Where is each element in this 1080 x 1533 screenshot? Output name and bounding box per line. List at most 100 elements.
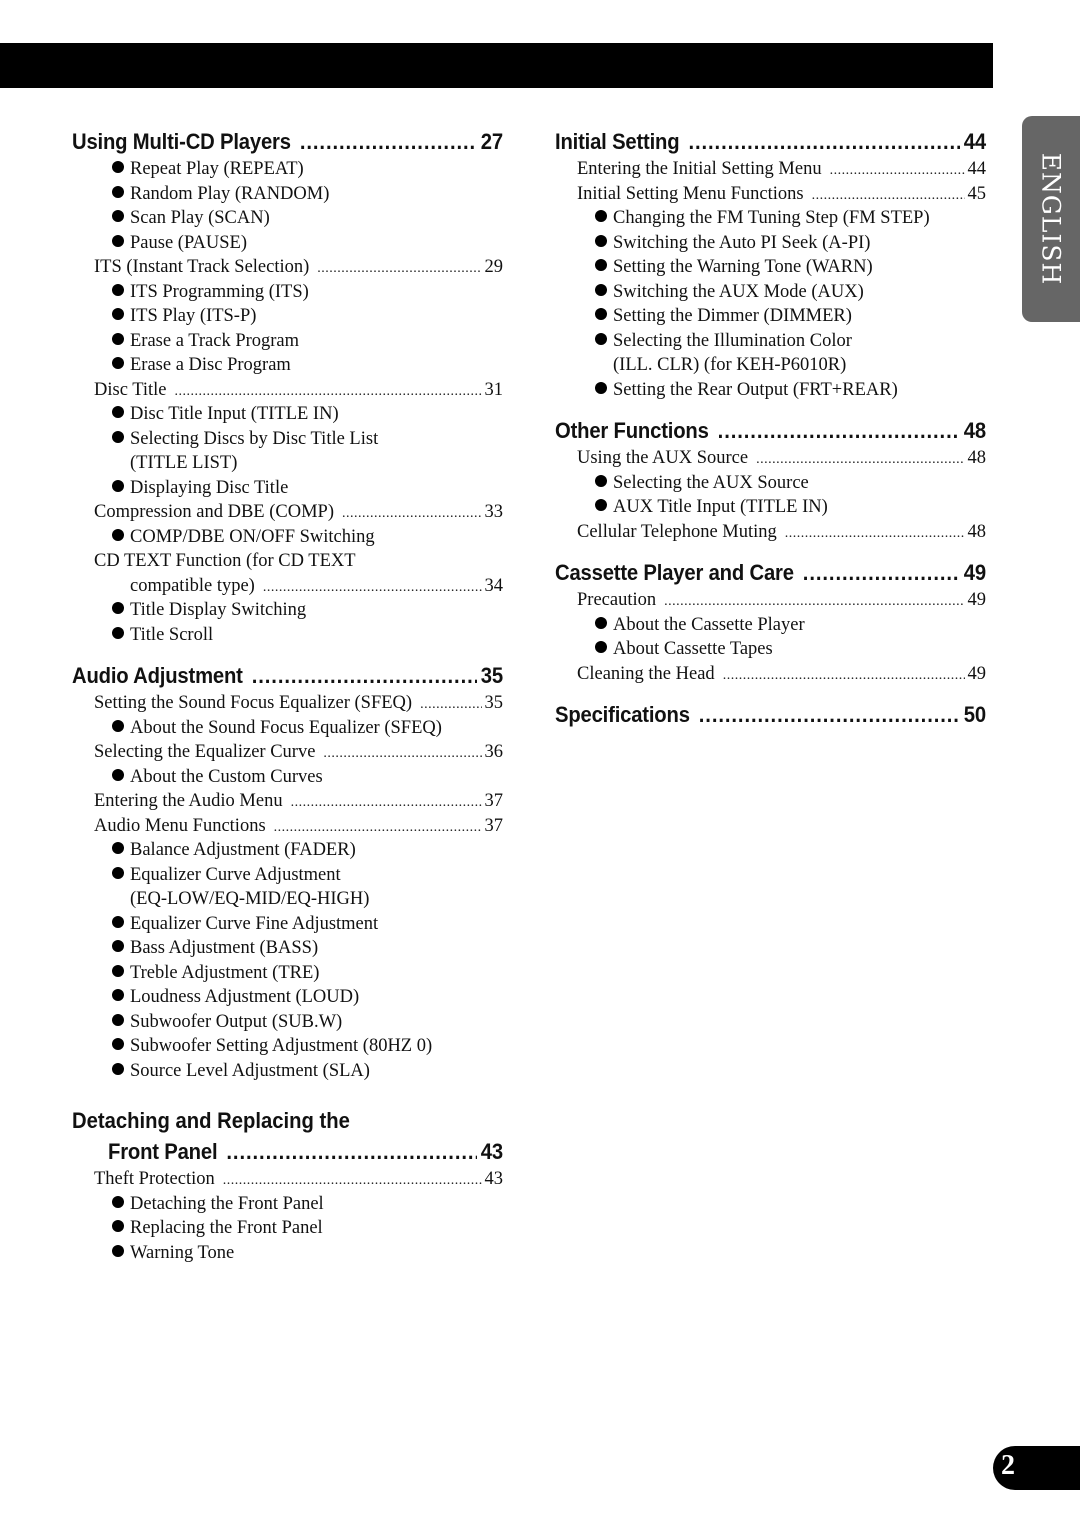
toc-bullet-item[interactable]: Pause (PAUSE) [72,231,503,256]
toc-bullet-item[interactable]: Changing the FM Tuning Step (FM STEP) [555,206,986,231]
toc-bullet-item[interactable]: Treble Adjustment (TRE) [72,961,503,986]
bullet-icon [112,768,124,781]
toc-bullet-item[interactable]: Erase a Track Program [72,329,503,354]
toc-entry[interactable]: Selecting the Equalizer Curve 36 [72,740,503,765]
toc-heading-page: 35 [480,663,503,688]
dot-leader [718,415,960,446]
bullet-icon [112,528,124,541]
toc-bullet-item[interactable]: Equalizer Curve Adjustment [72,863,503,888]
bullet-icon [595,616,607,629]
toc-bullet-item[interactable]: Subwoofer Output (SUB.W) [72,1010,503,1035]
toc-bullet-item[interactable]: Title Scroll [72,623,503,648]
toc-entry[interactable]: Cleaning the Head 49 [555,662,986,687]
toc-bullet-label: Title Scroll [130,624,214,645]
toc-bullet-item[interactable]: About Cassette Tapes [555,637,986,662]
toc-bullet-item[interactable]: Selecting the Illumination Color [555,329,986,354]
toc-heading[interactable]: Using Multi-CD Players 27 [72,126,503,157]
toc-bullet-item[interactable]: ITS Play (ITS-P) [72,304,503,329]
toc-bullet-item[interactable]: Equalizer Curve Fine Adjustment [72,912,503,937]
toc-entry-label: Setting the Sound Focus Equalizer (SFEQ) [94,693,413,713]
toc-entry[interactable]: Theft Protection 43 [72,1167,503,1192]
toc-entry-page: 49 [967,663,987,684]
toc-entry-label: compatible type) [130,575,255,596]
toc-bullet-item[interactable]: Balance Adjustment (FADER) [72,838,503,863]
toc-bullet-item[interactable]: Source Level Adjustment (SLA) [72,1059,503,1084]
toc-bullet-item[interactable]: About the Cassette Player [555,613,986,638]
toc-bullet-label: Replacing the Front Panel [130,1218,323,1238]
toc-entry[interactable]: Entering the Initial Setting Menu 44 [555,157,986,182]
toc-bullet-item[interactable]: Detaching the Front Panel [72,1192,503,1217]
toc-heading[interactable]: Front Panel 43 [72,1136,503,1167]
toc-entry[interactable]: Setting the Sound Focus Equalizer (SFEQ)… [72,691,503,716]
toc-bullet-item[interactable]: Selecting the AUX Source [555,471,986,496]
toc-bullet-item[interactable]: (ILL. CLR) (for KEH-P6010R) [555,353,986,378]
toc-bullet-item[interactable]: Warning Tone [72,1241,503,1266]
toc-entry[interactable]: Precaution 49 [555,588,986,613]
toc-heading-title: Front Panel [108,1139,218,1164]
bullet-icon [595,499,607,511]
toc-bullet-label: Switching the Auto PI Seek (A-PI) [613,232,871,253]
toc-bullet-item[interactable]: Setting the Dimmer (DIMMER) [555,304,986,329]
toc-entry-page: 37 [484,815,504,836]
toc-bullet-label: About the Cassette Player [613,614,805,635]
toc-bullet-item[interactable]: Random Play (RANDOM) [72,182,503,207]
toc-bullet-item[interactable]: Displaying Disc Title [72,476,503,501]
toc-entry-label: Entering the Audio Menu [94,791,283,811]
toc-bullet-label: Pause (PAUSE) [130,232,248,253]
toc-bullet-item[interactable]: Switching the AUX Mode (AUX) [555,280,986,305]
toc-entry[interactable]: CD TEXT Function (for CD TEXT [72,549,503,574]
dot-leader [803,557,960,588]
toc-bullet-item[interactable]: About the Sound Focus Equalizer (SFEQ) [72,716,503,741]
toc-bullet-item[interactable]: (TITLE LIST) [72,451,503,476]
toc-bullet-item[interactable]: Replacing the Front Panel [72,1216,503,1241]
toc-bullet-item[interactable]: Setting the Rear Output (FRT+REAR) [555,378,986,403]
toc-bullet-label: Balance Adjustment (FADER) [130,840,356,860]
toc-entry[interactable]: Audio Menu Functions 37 [72,814,503,839]
toc-heading-page: 48 [963,418,986,443]
toc-bullet-label: Equalizer Curve Fine Adjustment [130,913,379,934]
toc-bullet-item[interactable]: Loudness Adjustment (LOUD) [72,985,503,1010]
toc-bullet-item[interactable]: ITS Programming (ITS) [72,280,503,305]
toc-section-multi-cd: Using Multi-CD Players 27 Repeat Play (R… [72,126,503,647]
toc-bullet-item[interactable]: (EQ-LOW/EQ-MID/EQ-HIGH) [72,887,503,912]
toc-entry[interactable]: ITS (Instant Track Selection) 29 [72,255,503,280]
toc-bullet-item[interactable]: Selecting Discs by Disc Title List [72,427,503,452]
toc-entry[interactable]: Disc Title 31 [72,378,503,403]
toc-entry[interactable]: Compression and DBE (COMP) 33 [72,500,503,525]
toc-bullet-item[interactable]: Switching the Auto PI Seek (A-PI) [555,231,986,256]
toc-entry[interactable]: compatible type) 34 [72,574,503,599]
toc-heading[interactable]: Other Functions 48 [555,415,986,446]
toc-heading[interactable]: Initial Setting 44 [555,126,986,157]
toc-heading[interactable]: Cassette Player and Care 49 [555,557,986,588]
toc-heading-page: 27 [480,129,503,154]
language-tab[interactable]: ENGLISH [1022,116,1080,322]
toc-entry[interactable]: Initial Setting Menu Functions 45 [555,182,986,207]
toc-bullet-item[interactable]: Subwoofer Setting Adjustment (80HZ 0) [72,1034,503,1059]
toc-bullet-item[interactable]: Disc Title Input (TITLE IN) [72,402,503,427]
toc-bullet-item[interactable]: About the Custom Curves [72,765,503,790]
toc-bullet-item[interactable]: Setting the Warning Tone (WARN) [555,255,986,280]
toc-bullet-item[interactable]: AUX Title Input (TITLE IN) [555,495,986,520]
toc-bullet-label: (ILL. CLR) (for KEH-P6010R) [613,355,847,375]
toc-entry[interactable]: Cellular Telephone Muting 48 [555,520,986,545]
toc-bullet-item[interactable]: Erase a Disc Program [72,353,503,378]
toc-item-list: Using the AUX Source 48 Selecting the AUX … [555,446,986,544]
toc-heading[interactable]: Audio Adjustment 35 [72,660,503,691]
toc-bullet-item[interactable]: Repeat Play (REPEAT) [72,157,503,182]
bullet-icon [112,185,124,198]
toc-entry[interactable]: Entering the Audio Menu 37 [72,789,503,814]
toc-bullet-item[interactable]: Title Display Switching [72,598,503,623]
toc-section-initial-setting: Initial Setting 44 Entering the Initial … [555,126,986,402]
toc-heading-line1[interactable]: Detaching and Replacing the [72,1105,460,1136]
toc-heading[interactable]: Specifications 50 [555,699,986,730]
toc-entry-page: 35 [484,693,504,713]
toc-bullet-item[interactable]: Scan Play (SCAN) [72,206,503,231]
bullet-icon [112,308,124,320]
toc-bullet-label: COMP/DBE ON/OFF Switching [130,526,375,547]
page-number: 2 [1001,1450,1015,1481]
toc-entry[interactable]: Using the AUX Source 48 [555,446,986,471]
toc-bullet-item[interactable]: Bass Adjustment (BASS) [72,936,503,961]
toc-bullet-item[interactable]: COMP/DBE ON/OFF Switching [72,525,503,550]
bullet-icon [595,259,607,271]
toc-bullet-label: Switching the AUX Mode (AUX) [613,281,864,302]
